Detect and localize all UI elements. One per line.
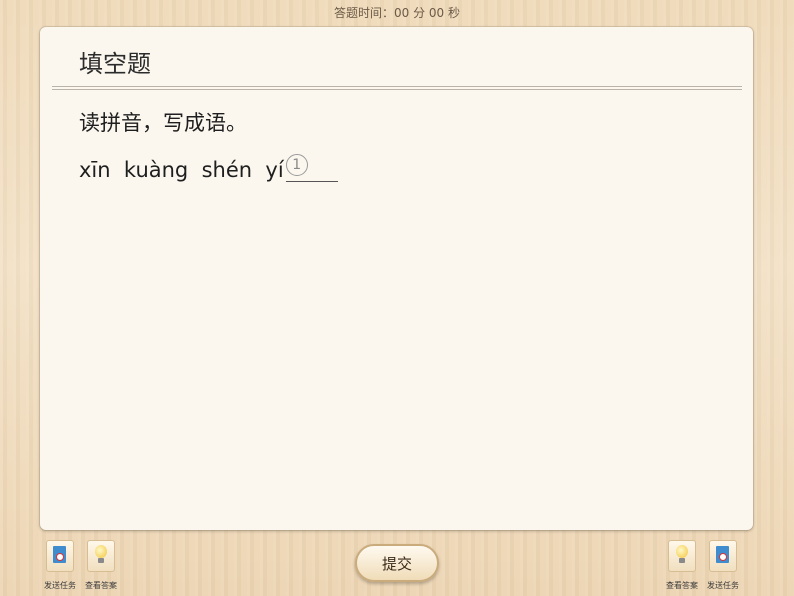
pinyin-text: xīn kuàng shén yí: [79, 158, 284, 182]
question-card: 填空题 读拼音，写成语。 xīn kuàng shén yí 1: [40, 27, 753, 530]
lightbulb-icon: [676, 545, 688, 563]
submit-button[interactable]: 提交: [355, 544, 439, 582]
view-answer-tool-left[interactable]: 查看答案: [81, 540, 121, 591]
question-type-title: 填空题: [79, 50, 151, 78]
title-divider: [52, 86, 742, 87]
question-prompt: 读拼音，写成语。: [79, 111, 247, 135]
send-task-label: 发送任务: [44, 581, 76, 590]
send-task-icon: [53, 546, 66, 563]
pinyin-line: xīn kuàng shén yí 1: [79, 152, 338, 182]
view-answer-tool-right[interactable]: 查看答案: [662, 540, 702, 591]
answer-timer: 答题时间：00 分 00 秒: [334, 6, 460, 20]
title-divider-second: [52, 89, 742, 90]
lightbulb-icon: [95, 545, 107, 563]
blank-number-circle: 1: [285, 154, 308, 176]
send-task-tool-left[interactable]: 发送任务: [40, 540, 80, 591]
answer-blank[interactable]: 1: [285, 153, 338, 182]
send-task-label: 发送任务: [707, 581, 739, 590]
send-task-tool-right[interactable]: 发送任务: [703, 540, 743, 591]
send-task-icon: [716, 546, 729, 563]
view-answer-label: 查看答案: [666, 581, 698, 590]
view-answer-label: 查看答案: [85, 581, 117, 590]
